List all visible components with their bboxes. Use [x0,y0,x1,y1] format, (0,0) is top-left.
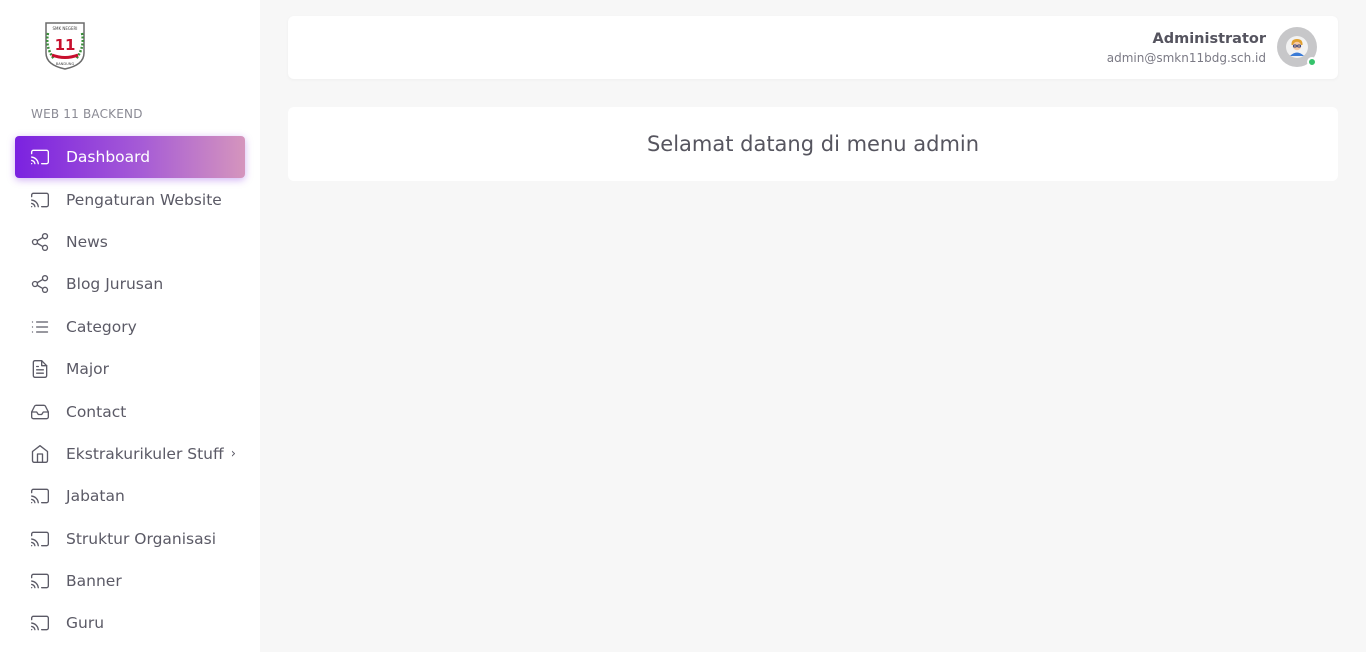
sidebar-item-major[interactable]: Major [15,348,245,390]
sidebar-item-struktur-organisasi[interactable]: Struktur Organisasi [15,518,245,560]
sidebar-item-label: Jabatan [66,487,125,506]
cast-icon [29,570,51,592]
cast-icon [29,612,51,634]
inbox-icon [29,401,51,423]
sidebar-item-category[interactable]: Category [15,306,245,348]
svg-text:11: 11 [55,36,76,54]
user-info[interactable]: Administrator admin@smkn11bdg.sch.id [1107,30,1266,66]
cast-icon [29,485,51,507]
online-status-indicator [1307,57,1317,67]
share-icon [29,273,51,295]
sidebar-item-jabatan[interactable]: Jabatan [15,475,245,517]
user-avatar-icon [1286,36,1308,58]
user-email: admin@smkn11bdg.sch.id [1106,51,1266,65]
user-name: Administrator [1152,31,1266,47]
sidebar-item-label: Major [66,360,110,379]
sidebar-item-label: Contact [66,402,127,421]
cast-icon [29,528,51,550]
sidebar-item-banner[interactable]: Banner [15,560,245,602]
sidebar-item-news[interactable]: News [15,221,245,263]
file-text-icon [29,358,51,380]
welcome-message: Selamat datang di menu admin [646,132,980,156]
cast-icon [29,189,51,211]
sidebar: SMK NEGERI 11 BANDUNG WEB 11 BACKEND Das… [0,0,260,652]
sidebar-item-guru[interactable]: Guru [15,602,245,644]
sidebar-section-label: WEB 11 BACKEND [31,107,143,121]
svg-text:SMK NEGERI: SMK NEGERI [53,26,78,31]
sidebar-item-label: News [66,232,108,251]
sidebar-item-contact[interactable]: Contact [15,390,245,432]
sidebar-item-blog-jurusan[interactable]: Blog Jurusan [15,263,245,305]
sidebar-menu: Dashboard Pengaturan Website News Blog J… [15,136,245,645]
sidebar-item-ekstrakurikuler-stuff[interactable]: Ekstrakurikuler Stuff › [15,433,245,475]
svg-text:BANDUNG: BANDUNG [56,62,75,66]
sidebar-item-label: Guru [66,614,105,633]
school-logo[interactable]: SMK NEGERI 11 BANDUNG [42,19,88,71]
home-icon [29,443,51,465]
avatar[interactable] [1277,27,1317,67]
top-bar: Administrator admin@smkn11bdg.sch.id [288,16,1338,79]
share-icon [29,231,51,253]
list-icon [29,316,51,338]
sidebar-item-label: Struktur Organisasi [66,529,217,548]
welcome-card: Selamat datang di menu admin [288,107,1338,181]
cast-icon [29,146,51,168]
sidebar-item-label: Ekstrakurikuler Stuff [66,444,224,463]
sidebar-item-label: Banner [66,572,122,591]
sidebar-item-label: Dashboard [66,148,151,167]
sidebar-item-label: Pengaturan Website [66,190,222,209]
sidebar-item-dashboard[interactable]: Dashboard [15,136,245,179]
sidebar-item-label: Blog Jurusan [66,275,164,294]
sidebar-item-label: Category [66,317,137,336]
sidebar-item-pengaturan-website[interactable]: Pengaturan Website [15,178,245,220]
chevron-right-icon: › [230,446,236,462]
